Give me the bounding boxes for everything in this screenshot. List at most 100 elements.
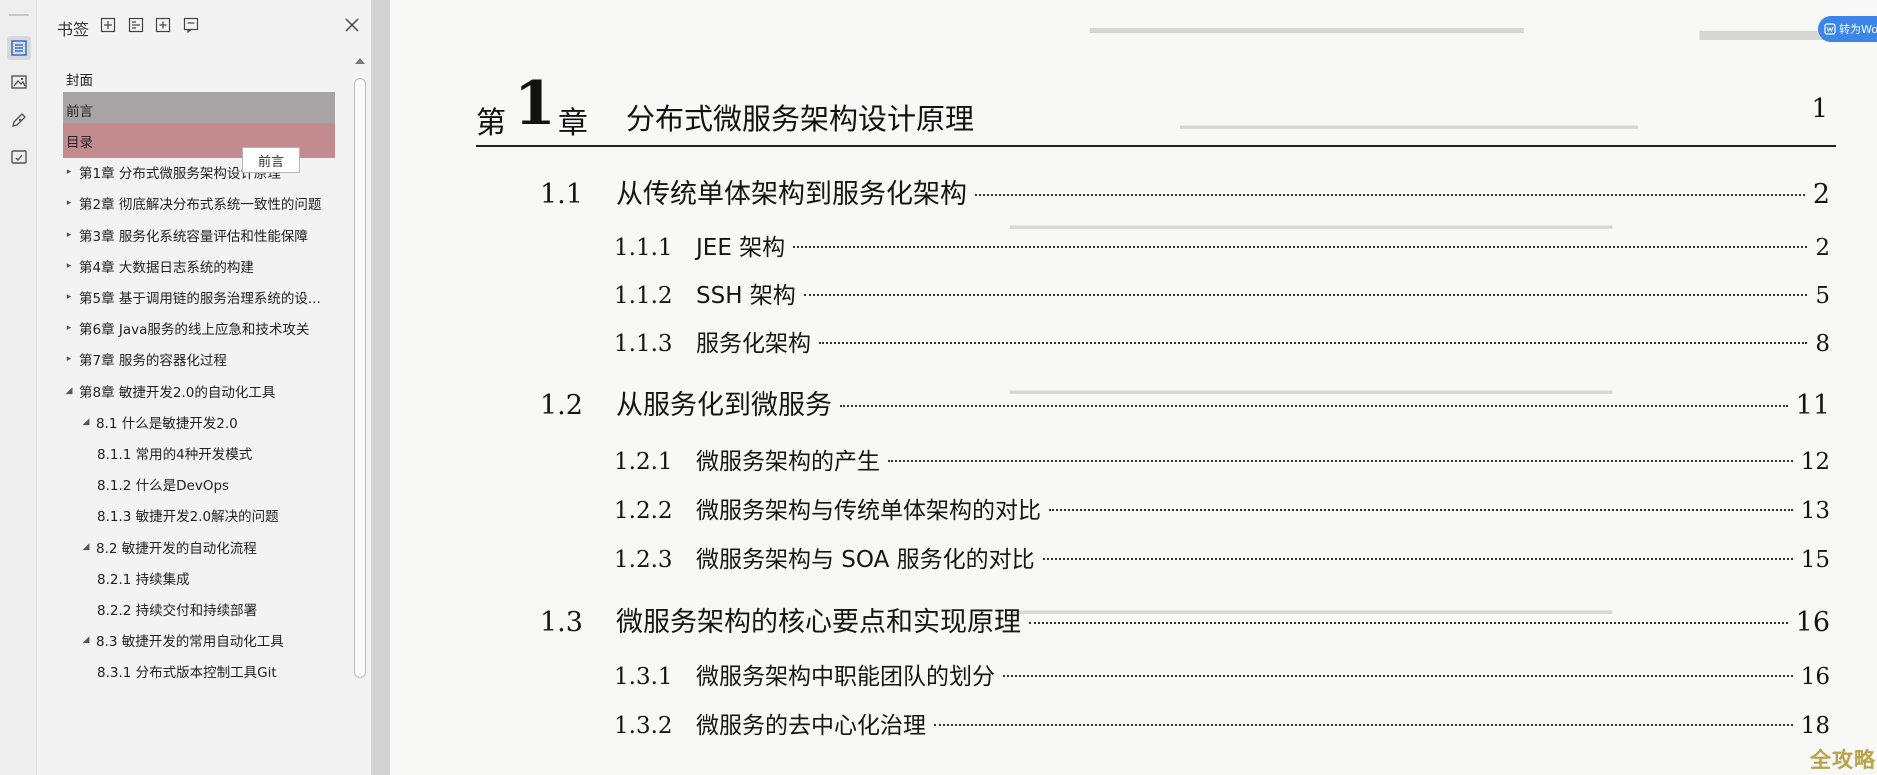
bookmark-item-label: 8.1.1 常用的4种开发模式 xyxy=(97,446,253,463)
bookmark-item-label: 第7章 服务的容器化过程 xyxy=(79,353,227,370)
expand-arrow-icon[interactable]: ▸ xyxy=(63,230,75,240)
toc-page: 12 xyxy=(1800,449,1830,475)
bookmark-panel: 书签 封面 前言 目录 ▸ 第1章 分布式微服务架构设计原理 ▸ 第2章 彻底解决分布式系统… xyxy=(37,0,372,775)
sidebar-rail xyxy=(0,0,37,775)
toc-title: 从服务化到微服务 xyxy=(616,390,832,421)
bookmark-tree: 封面 前言 目录 ▸ 第1章 分布式微服务架构设计原理 ▸ 第2章 彻底解决分布式系统一致性… xyxy=(37,52,347,775)
bookmark-item[interactable]: ▸ 第6章 Java服务的线上应急和技术攻关 xyxy=(63,311,335,346)
toc-section[interactable]: 1.1 从传统单体架构到服务化架构 2 xyxy=(540,172,1830,212)
bookmark-item-label: 8.3.1 分布式版本控制工具Git xyxy=(97,665,277,682)
toc-leader xyxy=(975,194,1805,196)
bookmark-item-label: 第5章 基于调用链的服务治理系统的设... xyxy=(79,290,321,307)
bookmark-item[interactable]: ◢ 8.2 敏捷开发的自动化流程 xyxy=(63,529,335,564)
toc-subsection[interactable]: 1.1.3 服务化架构 8 xyxy=(614,324,1830,364)
expand-arrow-icon[interactable]: ▸ xyxy=(63,292,75,302)
toc-title: 微服务架构的产生 xyxy=(696,449,880,475)
rail-grip[interactable] xyxy=(9,14,29,16)
toc-number: 1.1.3 xyxy=(614,331,673,357)
scroll-thumb[interactable] xyxy=(354,78,366,678)
toc-leader xyxy=(793,246,1808,248)
chapter-heading: 第 1 章 分布式微服务架构设计原理 1 xyxy=(476,72,1828,144)
toc-page: 18 xyxy=(1800,713,1830,739)
bleed-through: ━━━━ xyxy=(1700,4,1831,67)
bookmark-item[interactable]: 8.2.1 持续集成 xyxy=(63,560,335,595)
bookmark-item[interactable]: 封面 xyxy=(63,61,335,96)
toc-number: 1.2 xyxy=(540,390,583,421)
toc-number: 1.2.3 xyxy=(614,547,673,573)
bookmark-item[interactable]: ◢ 8.1 什么是敏捷开发2.0 xyxy=(63,404,335,439)
bookmark-outline-icon[interactable] xyxy=(7,36,31,60)
bookmark-item[interactable]: ▸ 第3章 服务化系统容量评估和性能保障 xyxy=(63,217,335,252)
panel-splitter[interactable] xyxy=(372,0,390,775)
toc-subsection[interactable]: 1.1.1 JEE 架构 2 xyxy=(614,228,1830,268)
toc-subsection[interactable]: 1.2.2 微服务架构与传统单体架构的对比 13 xyxy=(614,491,1830,531)
toc-leader xyxy=(1049,509,1793,511)
expand-arrow-icon[interactable]: ▸ xyxy=(63,167,75,177)
toc-title: 微服务架构与 SOA 服务化的对比 xyxy=(696,547,1035,573)
bookmark-item[interactable]: ▸ 第7章 服务的容器化过程 xyxy=(63,342,335,377)
toc-subsection[interactable]: 1.1.2 SSH 架构 5 xyxy=(614,276,1830,316)
toc-subsection[interactable]: 1.3.2 微服务的去中心化治理 18 xyxy=(614,706,1830,746)
toc-leader xyxy=(934,724,1793,726)
toc-subsection[interactable]: 1.2.3 微服务架构与 SOA 服务化的对比 15 xyxy=(614,540,1830,580)
toc-title: 微服务架构中职能团队的划分 xyxy=(696,664,995,690)
bookmark-item-label: 第6章 Java服务的线上应急和技术攻关 xyxy=(79,322,310,339)
toc-leader xyxy=(888,460,1793,462)
bookmark-scrollbar[interactable] xyxy=(352,52,368,775)
toc-subsection[interactable]: 1.2.1 微服务架构的产生 12 xyxy=(614,442,1830,482)
toc-title: 从传统单体架构到服务化架构 xyxy=(616,179,967,210)
toc-leader xyxy=(1029,622,1788,624)
bookmark-item[interactable]: 前言 xyxy=(63,92,335,128)
bookmark-item[interactable]: ▸ 第5章 基于调用链的服务治理系统的设... xyxy=(63,279,335,314)
toc-page: 13 xyxy=(1800,498,1830,524)
expand-arrow-icon[interactable]: ▸ xyxy=(63,261,75,271)
scroll-up-icon[interactable] xyxy=(355,58,365,64)
expand-arrow-icon[interactable]: ▸ xyxy=(63,198,75,208)
toc-leader xyxy=(803,294,1808,296)
convert-to-word-button[interactable]: 转为Wo xyxy=(1818,16,1877,42)
bookmark-item-label: 8.3 敏捷开发的常用自动化工具 xyxy=(96,634,284,651)
collapse-all-icon[interactable] xyxy=(126,15,146,35)
toc-page: 15 xyxy=(1800,547,1830,573)
chapter-number: 1 xyxy=(514,69,556,139)
bookmark-item[interactable]: ▸ 第4章 大数据日志系统的构建 xyxy=(63,248,335,283)
bookmark-item[interactable]: ▸ 第2章 彻底解决分布式系统一致性的问题 xyxy=(63,186,335,221)
bookmark-item[interactable]: 8.3.1 分布式版本控制工具Git xyxy=(63,654,335,689)
toc-section[interactable]: 1.2 从服务化到微服务 11 xyxy=(540,383,1830,423)
expand-arrow-icon[interactable]: ▸ xyxy=(63,354,75,364)
chapter-title: 分布式微服务架构设计原理 xyxy=(626,102,975,136)
bookmark-options-icon[interactable] xyxy=(181,15,201,35)
bookmark-item-label: 前言 xyxy=(66,103,93,120)
thumbnail-icon[interactable] xyxy=(7,70,31,94)
bookmark-item-label: 封面 xyxy=(66,72,93,89)
toc-subsection[interactable]: 1.3.1 微服务架构中职能团队的划分 16 xyxy=(614,657,1830,697)
bookmark-item[interactable]: 8.1.2 什么是DevOps xyxy=(63,467,335,502)
toc-page: 11 xyxy=(1795,390,1830,421)
attachment-icon[interactable] xyxy=(7,145,31,169)
bookmark-item[interactable]: 8.1.3 敏捷开发2.0解决的问题 xyxy=(63,498,335,533)
add-bookmark-icon[interactable] xyxy=(153,15,173,35)
document-page: ━━━━━━━━━━━━━━━━━━━━━━━━ ━━━━ ━━━━━━━━━━… xyxy=(390,0,1877,775)
expand-arrow-icon[interactable]: ▸ xyxy=(63,323,75,333)
annotation-icon[interactable] xyxy=(7,108,31,132)
toc-page: 8 xyxy=(1815,331,1830,357)
collapse-arrow-icon[interactable]: ◢ xyxy=(63,386,75,396)
bookmark-item[interactable]: ◢ 第8章 敏捷开发2.0的自动化工具 xyxy=(63,373,335,408)
bookmark-item-label: 第3章 服务化系统容量评估和性能保障 xyxy=(79,228,308,245)
expand-all-icon[interactable] xyxy=(98,15,118,35)
chapter-prefix: 第 xyxy=(476,106,506,141)
toc-number: 1.2.1 xyxy=(614,449,673,475)
bookmark-item[interactable]: 8.2.2 持续交付和持续部署 xyxy=(63,591,335,626)
bookmark-item-label: 第8章 敏捷开发2.0的自动化工具 xyxy=(79,384,276,401)
close-icon[interactable] xyxy=(343,16,361,34)
bookmark-item[interactable]: 8.1.1 常用的4种开发模式 xyxy=(63,435,335,470)
collapse-arrow-icon[interactable]: ◢ xyxy=(80,417,92,427)
toc-number: 1.3.2 xyxy=(614,713,673,739)
collapse-arrow-icon[interactable]: ◢ xyxy=(80,542,92,552)
bleed-through: ━━━━━━━━━━━━━━━━━━━━━━━━ xyxy=(1090,14,1524,49)
bookmark-panel-title: 书签 xyxy=(57,20,90,39)
collapse-arrow-icon[interactable]: ◢ xyxy=(80,635,92,645)
chapter-page: 1 xyxy=(1811,94,1828,124)
toc-section[interactable]: 1.3 微服务架构的核心要点和实现原理 16 xyxy=(540,600,1830,640)
bookmark-item[interactable]: ◢ 8.3 敏捷开发的常用自动化工具 xyxy=(63,623,335,658)
